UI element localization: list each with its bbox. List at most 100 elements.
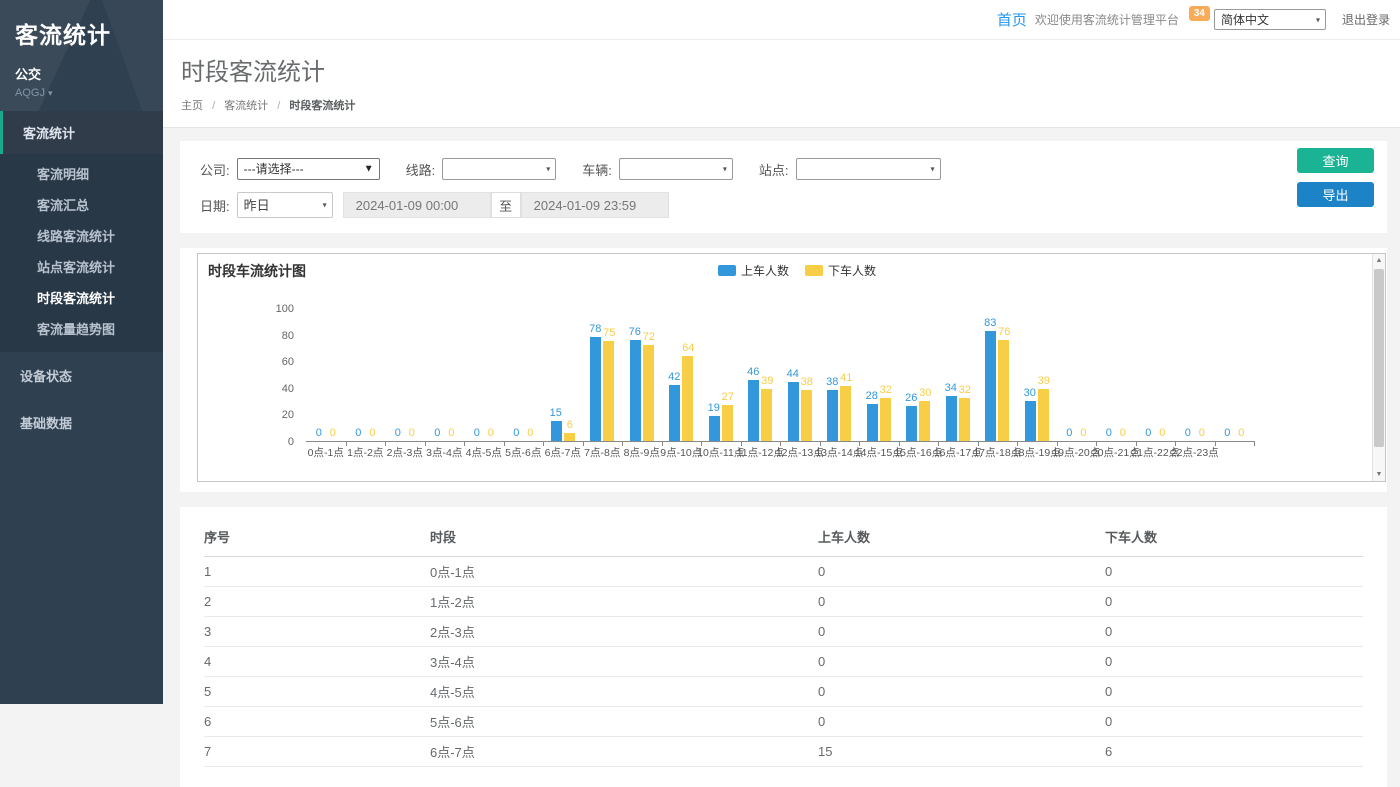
- company-select[interactable]: ---请选择---: [237, 158, 380, 180]
- chart-value-label: 64: [682, 342, 694, 354]
- chart-category: 78757点-8点: [583, 309, 623, 441]
- breadcrumb-section[interactable]: 客流统计: [224, 100, 268, 112]
- chart-bar: [801, 390, 812, 441]
- chart-value-label: 0: [1066, 427, 1072, 439]
- chart-y-axis: 020406080100: [256, 309, 298, 442]
- chart-scrollbar[interactable]: ▲ ▼: [1372, 254, 1385, 481]
- chart-value-label: 0: [1224, 427, 1230, 439]
- sidebar-nav: 客流统计 客流明细客流汇总线路客流统计站点客流统计时段客流统计客流量趋势图 设备…: [0, 111, 163, 446]
- scrollbar-thumb[interactable]: [1374, 269, 1384, 447]
- legend-item-alighting[interactable]: 下车人数: [805, 262, 876, 279]
- chart-value-label: 39: [761, 375, 773, 387]
- query-button[interactable]: 查询: [1297, 148, 1374, 173]
- table-cell: 5: [204, 677, 430, 707]
- notification-badge[interactable]: 34: [1189, 6, 1210, 21]
- chart-title: 时段车流统计图: [208, 261, 306, 281]
- table-row: 54点-5点00: [204, 677, 1363, 707]
- y-axis-tick-label: 100: [252, 303, 294, 315]
- chart-plot-area: 000点-1点001点-2点002点-3点003点-4点004点-5点005点-…: [306, 309, 1254, 442]
- table-cell: 2点-3点: [430, 617, 818, 647]
- line-select[interactable]: [442, 158, 556, 180]
- table-cell: 6: [1105, 737, 1363, 767]
- sidebar-subitem[interactable]: 客流明细: [0, 158, 163, 189]
- sidebar-item-device-status[interactable]: 设备状态: [0, 352, 163, 399]
- table-cell: 0: [818, 557, 1105, 587]
- sidebar-subitem[interactable]: 站点客流统计: [0, 251, 163, 282]
- sidebar-subitem[interactable]: 时段客流统计: [0, 282, 163, 313]
- chart-category: 0021点-22点: [1136, 309, 1176, 441]
- sidebar-subitem[interactable]: 线路客流统计: [0, 220, 163, 251]
- legend-item-boarding[interactable]: 上车人数: [718, 262, 789, 279]
- x-axis-label: 6点-7点: [545, 445, 581, 460]
- chart-value-label: 0: [474, 427, 480, 439]
- sidebar-submenu: 客流明细客流汇总线路客流统计站点客流统计时段客流统计客流量趋势图: [0, 154, 163, 352]
- chart-value-label: 0: [1080, 427, 1086, 439]
- table-row: 76点-7点156: [204, 737, 1363, 767]
- breadcrumb-current: 时段客流统计: [289, 100, 355, 112]
- date-preset-select[interactable]: 昨日: [237, 192, 333, 218]
- chart-value-label: 0: [434, 427, 440, 439]
- sidebar-subitem[interactable]: 客流汇总: [0, 189, 163, 220]
- chart-value-label: 39: [1038, 375, 1050, 387]
- x-axis-label: 7点-8点: [584, 445, 620, 460]
- chart-value-label: 27: [722, 391, 734, 403]
- y-axis-tick-label: 20: [252, 409, 294, 421]
- chart-bar: [946, 396, 957, 441]
- table-cell: 4: [204, 647, 430, 677]
- chart-value-label: 0: [395, 427, 401, 439]
- chart-category: 002点-3点: [385, 309, 425, 441]
- sidebar-subitem[interactable]: 客流量趋势图: [0, 313, 163, 344]
- end-datetime-input[interactable]: [521, 192, 669, 218]
- chart-value-label: 83: [984, 317, 996, 329]
- chart-value-label: 41: [840, 372, 852, 384]
- chart-value-label: 30: [1024, 387, 1036, 399]
- x-axis-label: 1点-2点: [347, 445, 383, 460]
- chart-bar: [880, 398, 891, 441]
- chart-value-label: 0: [527, 427, 533, 439]
- breadcrumb: 主页 / 客流统计 / 时段客流统计: [181, 97, 1400, 113]
- table-cell: 0点-1点: [430, 557, 818, 587]
- topbar: 首页 欢迎使用客流统计管理平台 34 简体中文 ▾ 退出登录: [163, 0, 1400, 40]
- date-range: 至: [343, 192, 669, 218]
- legend-label: 上车人数: [741, 262, 789, 279]
- chart-value-label: 32: [880, 384, 892, 396]
- sidebar-item-passenger-stats[interactable]: 客流统计: [0, 111, 163, 154]
- chart-category: 343216点-17点: [938, 309, 978, 441]
- home-link[interactable]: 首页: [997, 9, 1027, 30]
- chart-value-label: 0: [1238, 427, 1244, 439]
- table-row: 43点-4点00: [204, 647, 1363, 677]
- y-axis-tick-label: 40: [252, 383, 294, 395]
- chart-value-label: 0: [1145, 427, 1151, 439]
- col-header-period: 时段: [430, 515, 818, 557]
- action-buttons: 查询 导出: [1297, 148, 1374, 207]
- chart-bar: [722, 405, 733, 441]
- logout-link[interactable]: 退出登录: [1342, 11, 1390, 28]
- chart-value-label: 76: [629, 326, 641, 338]
- station-select[interactable]: [796, 158, 941, 180]
- chart-value-label: 46: [747, 366, 759, 378]
- language-select[interactable]: 简体中文: [1214, 9, 1326, 30]
- breadcrumb-home[interactable]: 主页: [181, 100, 203, 112]
- chart-bar: [998, 340, 1009, 441]
- export-button[interactable]: 导出: [1297, 182, 1374, 207]
- table-cell: 15: [818, 737, 1105, 767]
- user-menu[interactable]: AQGJ▾: [15, 87, 148, 99]
- chart-bar: [748, 380, 759, 441]
- table-cell: 0: [1105, 617, 1363, 647]
- app-brand: 客流统计: [15, 16, 148, 50]
- scroll-down-icon[interactable]: ▼: [1373, 471, 1385, 478]
- chart-value-label: 0: [488, 427, 494, 439]
- chart-bar: [564, 433, 575, 441]
- chart-bar: [761, 389, 772, 441]
- chart-bar: [985, 331, 996, 441]
- chart-value-label: 44: [787, 368, 799, 380]
- sidebar-item-base-data[interactable]: 基础数据: [0, 399, 163, 446]
- scroll-up-icon[interactable]: ▲: [1373, 257, 1385, 264]
- chart-value-label: 6: [567, 419, 573, 431]
- start-datetime-input[interactable]: [343, 192, 491, 218]
- table-cell: 1: [204, 557, 430, 587]
- table-cell: 2: [204, 587, 430, 617]
- chart-category: 004点-5点: [464, 309, 504, 441]
- vehicle-select[interactable]: [619, 158, 733, 180]
- chart-value-label: 0: [330, 427, 336, 439]
